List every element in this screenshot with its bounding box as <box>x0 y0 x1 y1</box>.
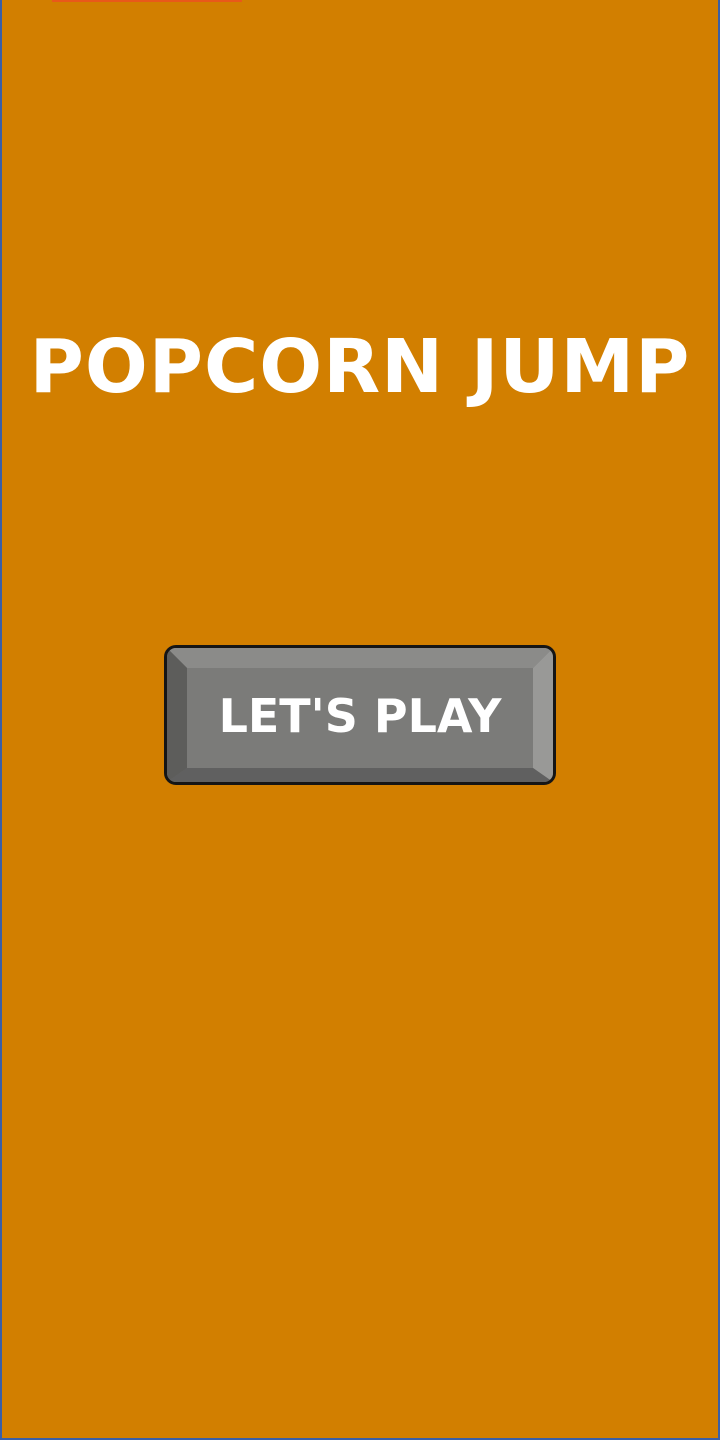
lets-play-label: LET'S PLAY <box>218 689 502 743</box>
top-accent-strip <box>52 0 242 2</box>
start-screen: POPCORN JUMP LET'S PLAY <box>0 0 720 1440</box>
button-bevel-top <box>167 648 553 668</box>
lets-play-button[interactable]: LET'S PLAY <box>164 645 556 785</box>
game-title: POPCORN JUMP <box>29 324 691 410</box>
button-bevel-bottom <box>167 768 553 782</box>
